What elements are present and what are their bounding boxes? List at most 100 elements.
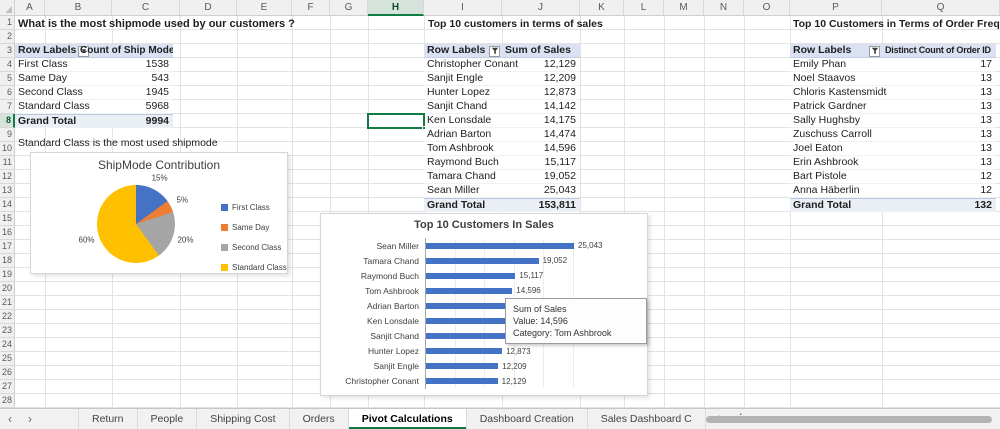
pivot-row[interactable]: Bart Pistole 12 (790, 170, 996, 184)
row-header-22[interactable]: 22 (0, 310, 15, 324)
pivot-row[interactable]: Same Day 543 (15, 72, 173, 86)
bar[interactable] (426, 318, 510, 324)
selected-cell[interactable] (367, 113, 425, 129)
pivot-row[interactable]: Ken Lonsdale 14,175 (424, 114, 580, 128)
row-header-17[interactable]: 17 (0, 240, 15, 254)
pivot-row[interactable]: Tom Ashbrook 14,596 (424, 142, 580, 156)
column-header-M[interactable]: M (664, 0, 704, 16)
sheet-nav-next-icon[interactable]: › (20, 409, 40, 429)
column-header-E[interactable]: E (237, 0, 292, 16)
sales-pivot-table[interactable]: Row Labels Sum of Sales Christopher Cona… (424, 44, 580, 212)
pivot-row[interactable]: Hunter Lopez 12,873 (424, 86, 580, 100)
spreadsheet-grid[interactable]: ABCDEFGHIJKLMNOPQ 1234567891011121314151… (0, 0, 1000, 408)
row-header-19[interactable]: 19 (0, 268, 15, 282)
pivot-row[interactable]: Sanjit Engle 12,209 (424, 72, 580, 86)
bar[interactable] (426, 243, 574, 249)
column-header-I[interactable]: I (424, 0, 502, 16)
row-header-13[interactable]: 13 (0, 184, 15, 198)
pie-graphic[interactable] (97, 185, 175, 263)
row-header-10[interactable]: 10 (0, 142, 15, 156)
grand-total-row[interactable]: Grand Total 9994 (15, 114, 173, 128)
row-header-6[interactable]: 6 (0, 86, 15, 100)
column-header-L[interactable]: L (624, 0, 664, 16)
pie-chart[interactable]: ShipMode Contribution 15%5%20%60% First … (30, 152, 288, 274)
column-header-D[interactable]: D (180, 0, 237, 16)
pivot-row[interactable]: Erin Ashbrook 13 (790, 156, 996, 170)
row-header-16[interactable]: 16 (0, 226, 15, 240)
sheet-tab-sales-dashboard-c[interactable]: Sales Dashboard C (588, 409, 706, 429)
row-header-20[interactable]: 20 (0, 282, 15, 296)
row-header-9[interactable]: 9 (0, 128, 15, 142)
row-header-11[interactable]: 11 (0, 156, 15, 170)
row-header-18[interactable]: 18 (0, 254, 15, 268)
fill-handle[interactable] (422, 126, 426, 130)
row-header-27[interactable]: 27 (0, 380, 15, 394)
column-header-C[interactable]: C (112, 0, 180, 16)
bar[interactable] (426, 378, 498, 384)
bar[interactable] (426, 273, 515, 279)
sheet-tab-pivot-calculations[interactable]: Pivot Calculations (349, 409, 467, 429)
pivot-row[interactable]: Chloris Kastensmidt 13 (790, 86, 996, 100)
column-header-A[interactable]: A (15, 0, 45, 16)
pivot-row[interactable]: Patrick Gardner 13 (790, 100, 996, 114)
column-header-N[interactable]: N (704, 0, 744, 16)
sheet-tab-shipping-cost[interactable]: Shipping Cost (197, 409, 289, 429)
column-header-H[interactable]: H (368, 0, 424, 16)
filter-funnel-icon[interactable] (869, 46, 880, 57)
row-header-2[interactable]: 2 (0, 30, 15, 44)
pivot-row[interactable]: Sally Hughsby 13 (790, 114, 996, 128)
frequency-pivot-table[interactable]: Row Labels Distinct Count of Order ID Em… (790, 44, 996, 212)
bar[interactable] (426, 348, 502, 354)
row-header-4[interactable]: 4 (0, 58, 15, 72)
bar[interactable] (426, 258, 539, 264)
pivot-row[interactable]: Tamara Chand 19,052 (424, 170, 580, 184)
bar[interactable] (426, 363, 498, 369)
column-header-O[interactable]: O (744, 0, 790, 16)
column-header-P[interactable]: P (790, 0, 882, 16)
sheet-tab-orders[interactable]: Orders (290, 409, 349, 429)
row-header-5[interactable]: 5 (0, 72, 15, 86)
row-header-26[interactable]: 26 (0, 366, 15, 380)
row-header-15[interactable]: 15 (0, 212, 15, 226)
pivot-row[interactable]: Standard Class 5968 (15, 100, 173, 114)
select-all-corner[interactable] (0, 0, 15, 16)
shipmode-pivot-table[interactable]: Row Labels ▾ Count of Ship Mode First Cl… (15, 44, 173, 128)
row-header-8[interactable]: 8 (0, 114, 15, 128)
horizontal-scrollbar[interactable] (706, 416, 992, 423)
pivot-row[interactable]: Second Class 1945 (15, 86, 173, 100)
filter-funnel-icon[interactable] (489, 46, 500, 57)
column-header-Q[interactable]: Q (882, 0, 1000, 16)
pivot-row[interactable]: Sean Miller 25,043 (424, 184, 580, 198)
pivot-row[interactable]: Christopher Conant 12,129 (424, 58, 580, 72)
sheet-nav-prev-icon[interactable]: ‹ (0, 409, 20, 429)
row-header-3[interactable]: 3 (0, 44, 15, 58)
sheet-tab-people[interactable]: People (138, 409, 198, 429)
pivot-row[interactable]: Sanjit Chand 14,142 (424, 100, 580, 114)
pivot-row[interactable]: Zuschuss Carroll 13 (790, 128, 996, 142)
row-header-1[interactable]: 1 (0, 16, 15, 30)
column-header-K[interactable]: K (580, 0, 624, 16)
row-header-14[interactable]: 14 (0, 198, 15, 212)
sheet-tab-return[interactable]: Return (78, 409, 138, 429)
pivot-row[interactable]: First Class 1538 (15, 58, 173, 72)
grand-total-row[interactable]: Grand Total 132 (790, 198, 996, 212)
pivot-row[interactable]: Anna Häberlin 12 (790, 184, 996, 198)
row-header-23[interactable]: 23 (0, 324, 15, 338)
row-header-24[interactable]: 24 (0, 338, 15, 352)
row-header-21[interactable]: 21 (0, 296, 15, 310)
pivot-row[interactable]: Adrian Barton 14,474 (424, 128, 580, 142)
row-header-7[interactable]: 7 (0, 100, 15, 114)
row-header-12[interactable]: 12 (0, 170, 15, 184)
pivot-row[interactable]: Noel Staavos 13 (790, 72, 996, 86)
column-header-B[interactable]: B (45, 0, 112, 16)
bar[interactable] (426, 303, 512, 309)
row-header-25[interactable]: 25 (0, 352, 15, 366)
bar[interactable] (426, 288, 512, 294)
sheet-tab-dashboard-creation[interactable]: Dashboard Creation (467, 409, 588, 429)
column-header-J[interactable]: J (502, 0, 580, 16)
pivot-row[interactable]: Raymond Buch 15,117 (424, 156, 580, 170)
grand-total-row[interactable]: Grand Total 153,811 (424, 198, 580, 212)
bar[interactable] (426, 333, 510, 339)
row-header-28[interactable]: 28 (0, 394, 15, 408)
pivot-row[interactable]: Joel Eaton 13 (790, 142, 996, 156)
